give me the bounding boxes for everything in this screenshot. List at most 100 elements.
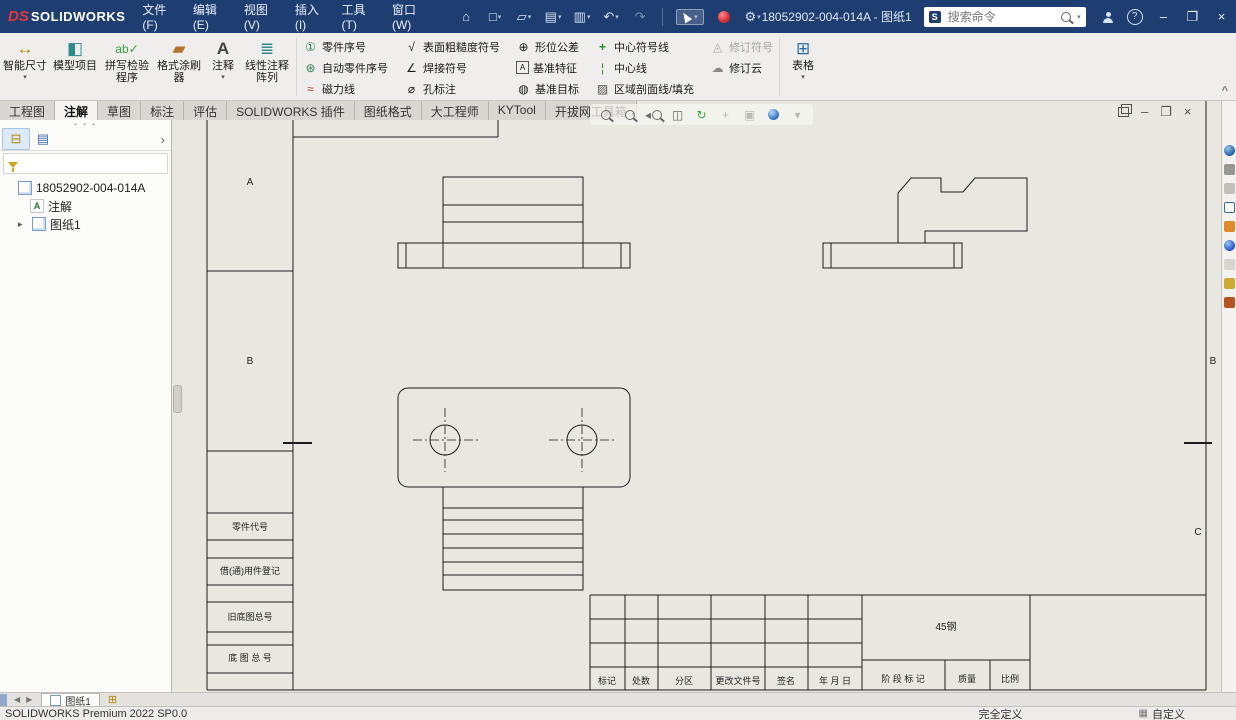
note-button[interactable]: A 注释 ▾ [204, 36, 242, 85]
panel-splitter-handle[interactable] [173, 385, 182, 413]
menu-edit[interactable]: 编辑(E) [186, 0, 237, 35]
gtol-button[interactable]: ⊕ 形位公差 [516, 39, 579, 55]
appearances-scenes-icon[interactable] [1223, 221, 1235, 232]
tab-evaluate[interactable]: 评估 [184, 101, 228, 120]
center-mark-button[interactable]: + 中心符号线 [595, 39, 694, 55]
graphics-area[interactable]: A B B C 零件代号 借(通)用件登记 旧底图总号 底 图 总 号 标记 处… [172, 101, 1221, 692]
3dexperience-marketplace-button[interactable] [715, 8, 733, 26]
tables-button[interactable]: ⊞ 表格 ▾ [784, 36, 822, 85]
scroll-left-icon[interactable]: ◀ [11, 695, 23, 704]
pan-icon[interactable]: + [718, 107, 733, 122]
custom-properties-icon[interactable] [1223, 240, 1235, 251]
previous-view-icon[interactable]: ◂ [645, 107, 663, 122]
window-maximize-button[interactable]: ❐ [1178, 0, 1207, 33]
menu-insert[interactable]: 插入(I) [288, 0, 335, 35]
display-manager-tab[interactable]: ▤ [30, 129, 56, 149]
scrollbar-grip[interactable] [0, 693, 7, 706]
options-button[interactable]: ⚙ ▾ [744, 8, 762, 26]
centerline-button[interactable]: ¦ 中心线 [595, 60, 694, 76]
zoom-fit-icon[interactable] [598, 107, 613, 122]
magnetic-line-button[interactable]: ≈ 磁力线 [303, 81, 388, 97]
save-button[interactable]: ▤ ▾ [544, 8, 562, 26]
doc-restore-icon[interactable]: ❐ [1160, 105, 1172, 118]
spell-checker-button[interactable]: ab✓ 拼写检验程序 [100, 36, 154, 85]
tab-big-engineer[interactable]: 大工程师 [421, 101, 489, 120]
feature-tree-sheet-item[interactable]: ▸ 图纸1 [0, 215, 171, 233]
search-dropdown-icon[interactable]: ▾ [1077, 13, 1081, 21]
feature-tree-root-item[interactable]: 18052902-004-014A [0, 179, 171, 197]
format-painter-button[interactable]: ▰ 格式涂刷器 [154, 36, 204, 85]
account-button[interactable] [1100, 8, 1117, 26]
chevron-down-icon[interactable]: ▾ [221, 72, 225, 84]
home-button[interactable]: ⌂ [457, 8, 475, 26]
doc-minimize-icon[interactable]: – [1141, 105, 1148, 118]
tab-sketch[interactable]: 草图 [98, 101, 142, 120]
section-view-icon[interactable]: ◫ [670, 107, 685, 122]
menu-tools[interactable]: 工具(T) [335, 0, 385, 35]
tab-solidworks-addins[interactable]: SOLIDWORKS 插件 [227, 101, 355, 120]
view-palette-icon[interactable] [1223, 202, 1235, 213]
user-library-icon[interactable] [1223, 278, 1235, 289]
zoom-area-icon[interactable]: ▫ [622, 107, 637, 122]
panel-grip[interactable]: • • • [0, 120, 171, 129]
menu-view[interactable]: 视图(V) [237, 0, 288, 35]
linear-note-pattern-button[interactable]: ≣ 线性注释阵列 [242, 36, 292, 85]
hole-callout-button[interactable]: ⌀ 孔标注 [404, 81, 500, 97]
panel-expand-chevron-icon[interactable]: › [157, 132, 169, 147]
model-items-button[interactable]: ◧ 模型项目 [50, 36, 100, 73]
ribbon-collapse-chevron-icon[interactable]: ^ [1222, 85, 1228, 97]
chevron-down-icon[interactable]: ▾ [801, 72, 805, 84]
doc-close-icon[interactable]: × [1184, 105, 1192, 118]
feature-manager-tab[interactable]: ⊟ [2, 128, 30, 150]
display-style-icon[interactable]: ▣ [742, 107, 757, 122]
solidworks-forum-icon[interactable] [1223, 259, 1235, 270]
weld-symbol-button[interactable]: ∠ 焊接符号 [404, 60, 500, 76]
hide-show-items-icon[interactable] [766, 107, 781, 122]
feature-tree-filter[interactable] [3, 153, 168, 174]
sheet-tab-sheet1[interactable]: 图纸1 [41, 692, 100, 708]
area-hatch-button[interactable]: ▨ 区域剖面线/填充 [595, 81, 694, 97]
scroll-right-icon[interactable]: ▶ [23, 695, 35, 704]
file-explorer-icon[interactable] [1223, 183, 1235, 194]
feature-tree-filter-input[interactable] [23, 156, 163, 171]
window-close-button[interactable]: × [1207, 0, 1236, 33]
auto-balloon-button[interactable]: ⊛ 自动零件序号 [303, 60, 388, 76]
balloon-button[interactable]: ① 零件序号 [303, 39, 388, 55]
feature-tree-annotations-item[interactable]: A 注解 [0, 197, 171, 215]
redo-button[interactable]: ↷ [631, 8, 649, 26]
select-tool-button[interactable]: ▾ [676, 8, 704, 25]
undo-button[interactable]: ↶ ▾ [602, 8, 620, 26]
view-settings-icon[interactable]: ▾ [790, 107, 805, 122]
tab-kytool[interactable]: KYTool [488, 101, 546, 120]
window-minimize-button[interactable]: – [1149, 0, 1178, 33]
add-sheet-button[interactable]: ⊞ [108, 693, 117, 706]
menu-file[interactable]: 文件(F) [135, 0, 185, 35]
command-search-box[interactable]: S ▾ [923, 6, 1086, 27]
print-button[interactable]: ▥ ▾ [573, 8, 591, 26]
tab-annotation[interactable]: 注解 [55, 101, 99, 120]
window-cascade-icon[interactable] [1118, 103, 1132, 117]
search-icon[interactable] [1061, 11, 1072, 22]
design-library-icon[interactable] [1223, 164, 1235, 175]
surface-finish-button[interactable]: √ 表面粗糙度符号 [404, 39, 500, 55]
open-document-button[interactable]: ▱ ▾ [515, 8, 533, 26]
revision-cloud-button[interactable]: ☁ 修订云 [710, 60, 773, 76]
menu-window[interactable]: 窗口(W) [385, 0, 439, 35]
tab-drawing[interactable]: 工程图 [0, 101, 56, 120]
smart-dimension-button[interactable]: ↔ 智能尺寸 ▾ [0, 36, 50, 85]
new-document-button[interactable]: □ ▾ [486, 8, 504, 26]
tab-markup[interactable]: 标注 [141, 101, 185, 120]
chevron-down-icon[interactable]: ▾ [23, 72, 27, 84]
drawing-sheet[interactable]: A B B C 零件代号 借(通)用件登记 旧底图总号 底 图 总 号 标记 处… [172, 101, 1221, 692]
solidworks-resources-icon[interactable] [1223, 145, 1235, 156]
command-search-input[interactable] [945, 8, 1057, 25]
status-customize-button[interactable]: ▦ 自定义 [1139, 706, 1185, 720]
subscription-services-icon[interactable] [1223, 297, 1235, 308]
expand-arrow-icon[interactable]: ▸ [18, 219, 28, 230]
tab-sheet-format[interactable]: 图纸格式 [354, 101, 422, 120]
datum-feature-button[interactable]: A 基准特征 [516, 60, 579, 76]
old-drawing-number-label: 旧底图总号 [227, 611, 272, 622]
view-orientation-icon[interactable]: ↻ [694, 107, 709, 122]
help-button[interactable]: ? [1126, 8, 1143, 26]
datum-target-button[interactable]: ◍ 基准目标 [516, 81, 579, 97]
